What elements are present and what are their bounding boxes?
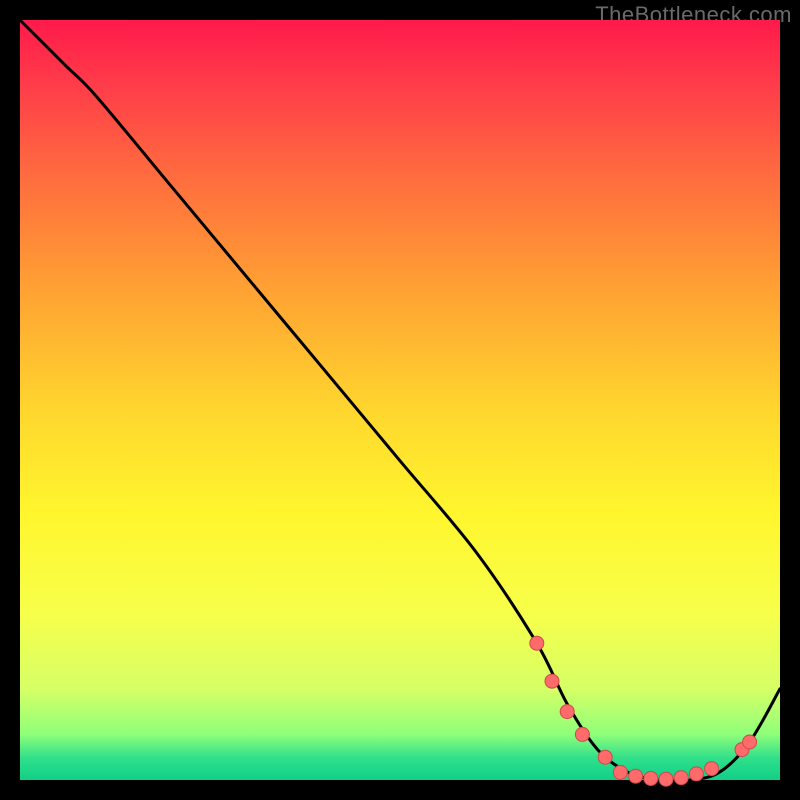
plot-area [20,20,780,780]
curve-marker [743,735,757,749]
curve-marker [644,771,658,785]
curve-marker [560,705,574,719]
curve-svg [20,20,780,780]
curve-marker [545,674,559,688]
curve-marker [629,769,643,783]
curve-markers [530,636,757,786]
bottleneck-curve [20,20,780,781]
curve-marker [598,750,612,764]
chart-frame: TheBottleneck.com [0,0,800,800]
curve-marker [689,767,703,781]
curve-marker [613,765,627,779]
curve-marker [705,762,719,776]
curve-marker [530,636,544,650]
curve-marker [674,771,688,785]
curve-marker [659,772,673,786]
curve-marker [575,727,589,741]
